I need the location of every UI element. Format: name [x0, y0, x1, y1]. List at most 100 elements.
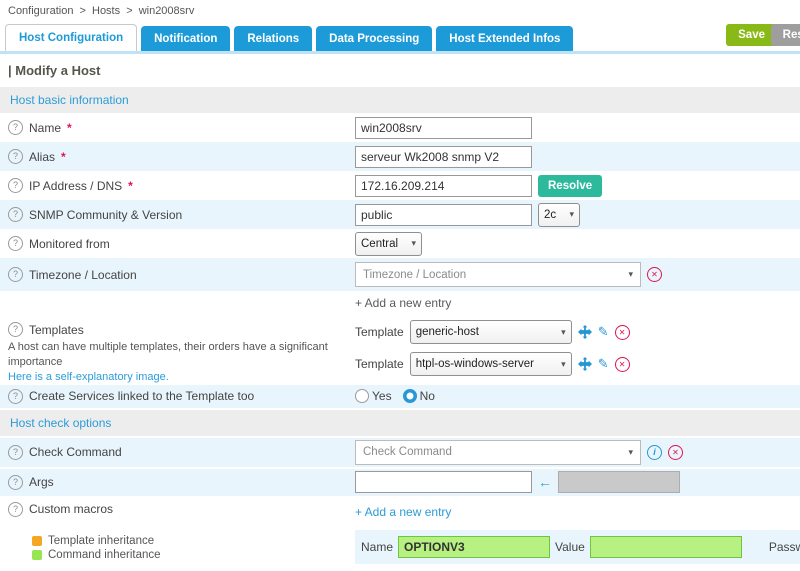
- args-label: Args: [29, 475, 54, 489]
- timezone-label: Timezone / Location: [29, 268, 137, 282]
- clear-timezone-icon[interactable]: ✕: [647, 267, 662, 282]
- add-template-entry-link[interactable]: + Add a new entry: [355, 296, 451, 310]
- chevron-down-icon: ▾: [561, 327, 566, 338]
- check-command-label: Check Command: [29, 445, 122, 459]
- info-icon[interactable]: i: [647, 445, 662, 460]
- row-timezone: ? Timezone / Location Timezone / Locatio…: [0, 258, 800, 291]
- self-explanatory-image-link[interactable]: Here is a self-explanatory image.: [8, 371, 169, 383]
- chevron-down-icon: ▾: [411, 238, 416, 249]
- help-icon[interactable]: ?: [8, 267, 23, 282]
- required-marker: *: [128, 179, 133, 193]
- args-input[interactable]: [355, 471, 532, 493]
- section-host-basic-information: Host basic information: [0, 87, 800, 113]
- required-marker: *: [61, 150, 66, 164]
- templates-description: A host can have multiple templates, thei…: [8, 340, 355, 370]
- ip-address-label: IP Address / DNS: [29, 179, 122, 193]
- resolve-button[interactable]: Resolve: [538, 175, 602, 197]
- delete-template-icon[interactable]: ✕: [615, 357, 630, 372]
- arrow-left-icon: ←: [538, 474, 552, 490]
- move-icon[interactable]: [578, 357, 592, 371]
- required-marker: *: [67, 121, 72, 135]
- command-inheritance-swatch: [32, 550, 42, 560]
- template-select-2[interactable]: htpl-os-windows-server ▾: [410, 352, 572, 376]
- template-select-1[interactable]: generic-host ▾: [410, 320, 572, 344]
- templates-block: . ? Templates A host can have multiple t…: [0, 291, 800, 385]
- help-icon[interactable]: ?: [8, 207, 23, 222]
- args-disabled-box: [558, 471, 680, 493]
- chevron-down-icon: ▾: [628, 447, 633, 458]
- tab-bar: Host Configuration Notification Relation…: [0, 21, 800, 54]
- macro-name-input[interactable]: [398, 536, 550, 558]
- help-icon[interactable]: ?: [8, 389, 23, 404]
- edit-icon[interactable]: ✎: [598, 356, 609, 372]
- radio-yes[interactable]: [355, 389, 369, 403]
- help-icon[interactable]: ?: [8, 149, 23, 164]
- check-command-select[interactable]: Check Command ▾: [355, 440, 641, 465]
- help-icon[interactable]: ?: [8, 236, 23, 251]
- help-icon[interactable]: ?: [8, 178, 23, 193]
- template-row: Template generic-host ▾ ✎ ✕: [355, 320, 792, 344]
- check-command-placeholder: Check Command: [363, 446, 452, 458]
- clear-check-command-icon[interactable]: ✕: [668, 445, 683, 460]
- name-input[interactable]: [355, 117, 532, 139]
- row-name: ? Name *: [0, 113, 800, 142]
- templates-label: Templates: [29, 323, 84, 337]
- row-alias: ? Alias *: [0, 142, 800, 171]
- help-icon[interactable]: ?: [8, 502, 23, 517]
- macro-password-label: Password: [769, 540, 800, 554]
- monitored-from-label: Monitored from: [29, 237, 110, 251]
- chevron-down-icon: ▾: [569, 209, 574, 220]
- row-ip-address: ? IP Address / DNS * Resolve: [0, 171, 800, 200]
- timezone-select[interactable]: Timezone / Location ▾: [355, 262, 641, 287]
- page-title: | Modify a Host: [0, 54, 800, 85]
- macro-name-label: Name: [361, 540, 393, 554]
- timezone-placeholder: Timezone / Location: [363, 269, 466, 281]
- row-custom-macros: ? Custom macros Template inheritance Com…: [0, 496, 800, 571]
- macro-entry-row: Name Value Password ✕: [355, 530, 800, 564]
- move-icon[interactable]: [578, 325, 592, 339]
- monitored-from-select[interactable]: Central ▾: [355, 232, 422, 256]
- row-create-services: ? Create Services linked to the Template…: [0, 385, 800, 408]
- snmp-community-input[interactable]: [355, 204, 532, 226]
- tab-host-extended-infos[interactable]: Host Extended Infos: [436, 26, 573, 51]
- tab-relations[interactable]: Relations: [234, 26, 312, 51]
- tab-data-processing[interactable]: Data Processing: [316, 26, 432, 51]
- edit-icon[interactable]: ✎: [598, 324, 609, 340]
- radio-yes-label: Yes: [372, 389, 392, 403]
- ip-address-input[interactable]: [355, 175, 532, 197]
- macros-legend: Template inheritance Command inheritance: [26, 527, 171, 571]
- name-label: Name: [29, 121, 61, 135]
- help-icon[interactable]: ?: [8, 120, 23, 135]
- macro-value-label: Value: [555, 540, 585, 554]
- help-icon[interactable]: ?: [8, 322, 23, 337]
- breadcrumb-item[interactable]: Configuration: [8, 5, 73, 17]
- breadcrumb: Configuration > Hosts > win2008srv: [0, 0, 800, 21]
- alias-input[interactable]: [355, 146, 532, 168]
- radio-no-label: No: [420, 389, 435, 403]
- add-macro-entry-link[interactable]: + Add a new entry: [355, 505, 451, 519]
- template-select-1-value: generic-host: [416, 326, 479, 338]
- alias-label: Alias: [29, 150, 55, 164]
- monitored-from-value: Central: [361, 238, 398, 250]
- section-host-check-options: Host check options: [0, 410, 800, 436]
- tab-host-configuration[interactable]: Host Configuration: [5, 24, 137, 51]
- snmp-label: SNMP Community & Version: [29, 208, 182, 222]
- template-row-label: Template: [355, 357, 404, 371]
- row-args: ? Args ←: [0, 469, 800, 496]
- save-button[interactable]: Save: [726, 24, 777, 46]
- tab-notification[interactable]: Notification: [141, 26, 230, 51]
- snmp-version-value: 2c: [544, 209, 556, 221]
- template-select-2-value: htpl-os-windows-server: [416, 358, 534, 370]
- breadcrumb-item[interactable]: Hosts: [92, 5, 120, 17]
- breadcrumb-separator: >: [126, 5, 132, 17]
- reset-button[interactable]: Reset: [771, 24, 800, 46]
- template-inheritance-label: Template inheritance: [48, 535, 154, 547]
- delete-template-icon[interactable]: ✕: [615, 325, 630, 340]
- radio-no[interactable]: [403, 389, 417, 403]
- macro-value-input[interactable]: [590, 536, 742, 558]
- template-inheritance-swatch: [32, 536, 42, 546]
- snmp-version-select[interactable]: 2c ▾: [538, 203, 580, 227]
- help-icon[interactable]: ?: [8, 445, 23, 460]
- help-icon[interactable]: ?: [8, 475, 23, 490]
- row-monitored-from: ? Monitored from Central ▾: [0, 229, 800, 258]
